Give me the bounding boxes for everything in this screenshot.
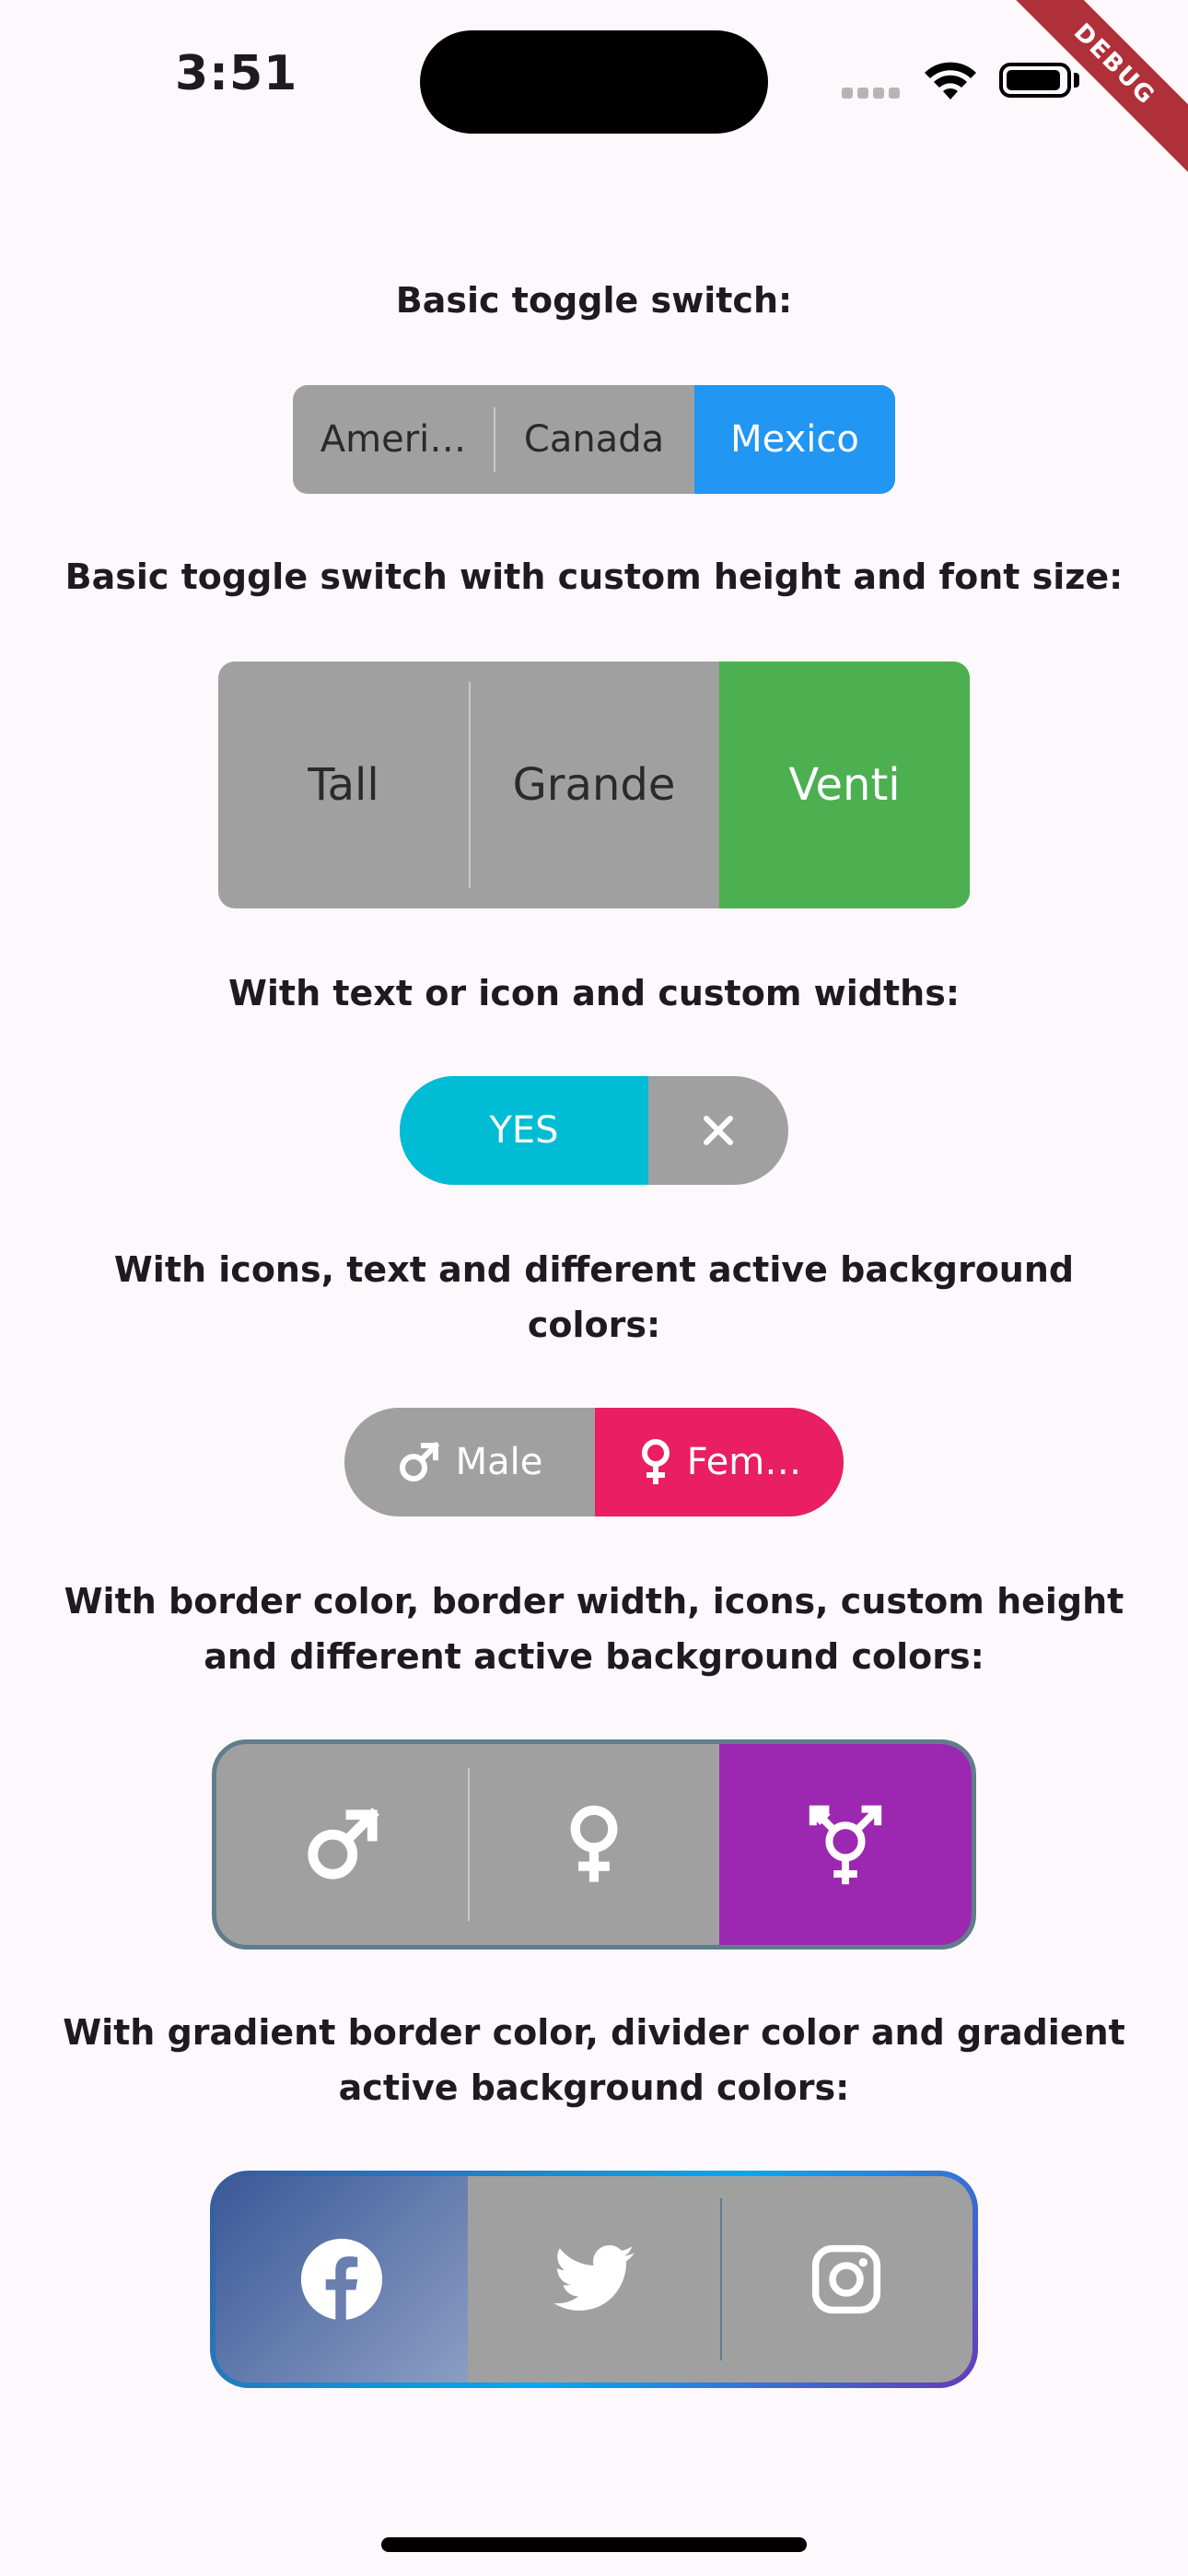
toggle-option-mexico[interactable]: Mexico	[694, 385, 895, 494]
toggle-option-facebook[interactable]	[215, 2176, 468, 2383]
cellular-signal-icon	[842, 85, 904, 102]
female-icon	[641, 1439, 670, 1484]
section-4-heading-line-2: colors:	[527, 1305, 661, 1345]
toggle-option-male[interactable]: Male	[344, 1408, 595, 1516]
gender-toggle: Male Fem…	[344, 1408, 844, 1516]
female-icon	[570, 1805, 617, 1882]
male-icon	[399, 1441, 439, 1481]
transgender-icon	[809, 1805, 882, 1885]
option-label: Ameri…	[320, 418, 467, 461]
toggle-option-male[interactable]	[216, 1744, 468, 1945]
male-icon	[307, 1808, 379, 1879]
social-toggle-track	[215, 2176, 973, 2383]
facebook-icon	[300, 2238, 383, 2321]
option-label: YES	[489, 1109, 559, 1152]
option-label: Grande	[512, 759, 676, 811]
divider	[720, 2198, 722, 2360]
toggle-option-transgender[interactable]	[719, 1744, 972, 1945]
toggle-option-female[interactable]: Fem…	[595, 1408, 844, 1516]
section-2-heading: Basic toggle switch with custom height a…	[64, 556, 1124, 597]
divider	[494, 407, 495, 472]
section-6-heading-line-2: active background colors:	[338, 2067, 850, 2108]
wifi-icon	[925, 62, 976, 100]
close-icon	[704, 1116, 733, 1145]
toggle-option-grande[interactable]: Grande	[469, 662, 719, 908]
option-label: Male	[455, 1441, 543, 1483]
option-label: Tall	[308, 759, 379, 811]
debug-banner: DEBUG	[1004, 0, 1188, 184]
section-1-heading: Basic toggle switch:	[395, 280, 793, 321]
status-time: 3:51	[175, 46, 298, 101]
option-label: Fem…	[686, 1441, 802, 1483]
section-3-heading: With text or icon and custom widths:	[227, 973, 961, 1013]
toggle-option-america[interactable]: Ameri…	[293, 385, 494, 494]
debug-label: DEBUG	[1004, 0, 1188, 180]
toggle-option-instagram[interactable]	[720, 2176, 973, 2383]
section-4-heading-line-1: With icons, text and different active ba…	[113, 1249, 1075, 1290]
toggle-option-female[interactable]	[468, 1744, 719, 1945]
gender-icon-toggle	[212, 1739, 976, 1950]
toggle-option-yes[interactable]: YES	[400, 1076, 648, 1185]
toggle-option-tall[interactable]: Tall	[218, 662, 469, 908]
divider	[469, 682, 471, 888]
yes-no-toggle: YES	[400, 1076, 788, 1185]
toggle-option-venti[interactable]: Venti	[719, 662, 970, 908]
toggle-option-twitter[interactable]	[468, 2176, 720, 2383]
divider	[468, 1768, 470, 1921]
section-5-heading-line-1: With border color, border width, icons, …	[64, 1581, 1124, 1622]
country-toggle: Ameri… Canada Mexico	[293, 385, 895, 494]
option-label: Venti	[788, 759, 901, 811]
option-label: Canada	[523, 418, 665, 461]
instagram-icon	[811, 2244, 881, 2314]
section-6-heading-line-1: With gradient border color, divider colo…	[63, 2012, 1125, 2053]
home-indicator[interactable]	[381, 2537, 807, 2552]
twitter-icon	[553, 2244, 635, 2311]
size-toggle: Tall Grande Venti	[218, 662, 970, 908]
dynamic-island	[420, 30, 768, 134]
toggle-option-canada[interactable]: Canada	[494, 385, 694, 494]
social-toggle	[210, 2171, 978, 2388]
section-5-heading-line-2: and different active background colors:	[204, 1636, 984, 1677]
toggle-option-no[interactable]	[648, 1076, 788, 1185]
option-label: Mexico	[730, 418, 859, 461]
